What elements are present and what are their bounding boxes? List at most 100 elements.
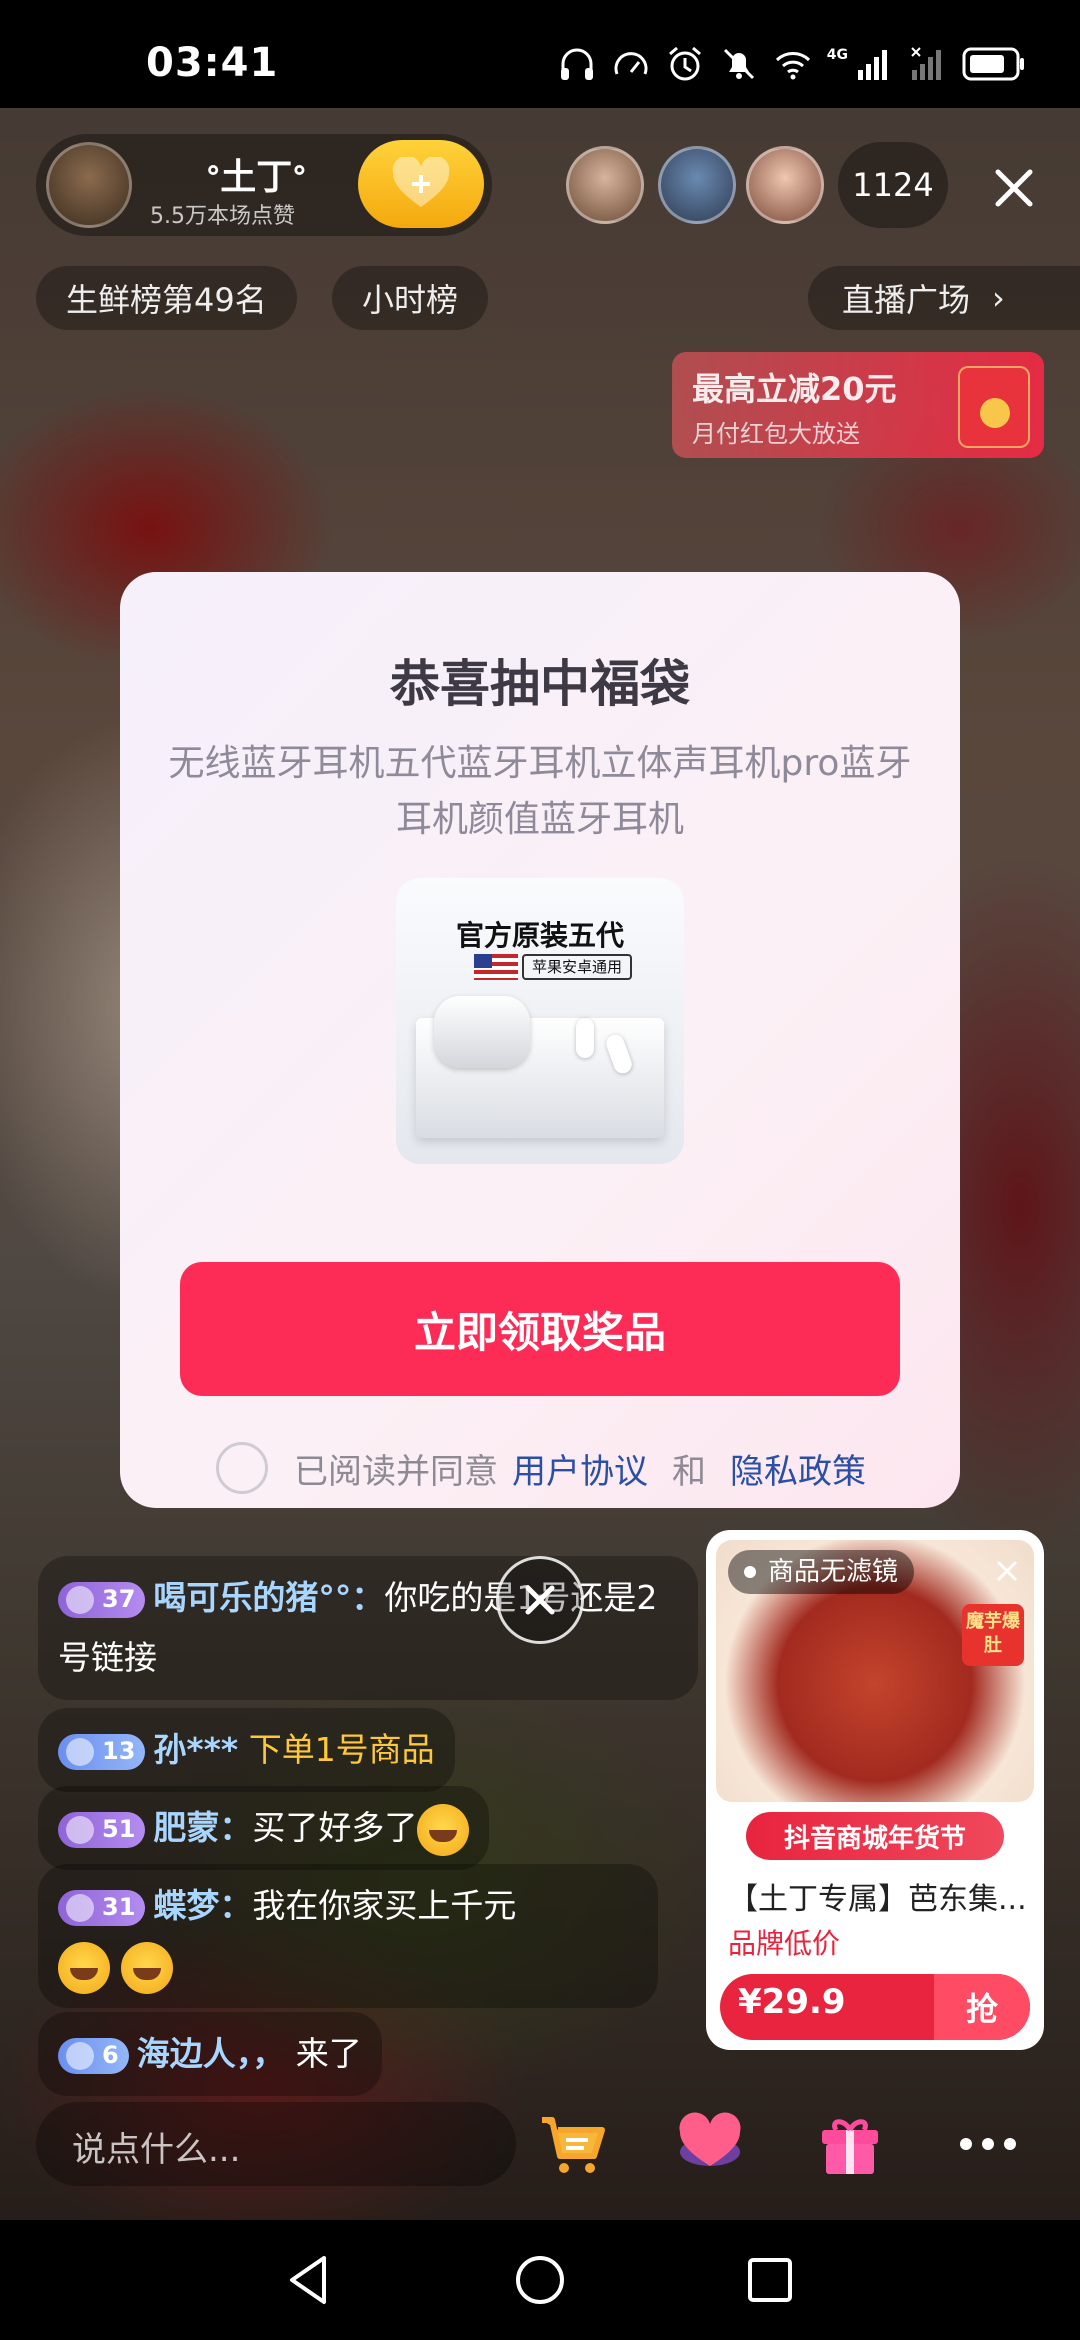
modal-title: 恭喜抽中福袋 (390, 655, 690, 713)
chat-username[interactable]: 蝶梦 (153, 1886, 219, 1925)
shopping-cart-button[interactable] (534, 2106, 610, 2182)
speed-icon (614, 52, 648, 75)
headphones-icon (560, 48, 593, 80)
level-badge: 13 (58, 1733, 146, 1770)
chat-text: 买了好多了 (252, 1808, 418, 1847)
hourly-rank-label: 小时榜 (362, 281, 459, 319)
comment-placeholder: 说点什么... (72, 2130, 241, 2170)
viewer-avatar[interactable] (746, 146, 824, 224)
product-hot-tag: 魔芋爆肚 (962, 1604, 1024, 1666)
chat-message: 6 海边人，， 来了 (38, 2012, 382, 2096)
chat-username[interactable]: 肥蒙 (153, 1808, 219, 1847)
buy-bar[interactable]: ¥29.9 抢 (720, 1974, 1030, 2040)
prize-description: 无线蓝牙耳机五代蓝牙耳机立体声耳机pro蓝牙耳机颜值蓝牙耳机 (168, 743, 912, 840)
navigation-bar (0, 2220, 1080, 2340)
product-price: ¥29.9 (738, 1982, 846, 2022)
level-badge: 37 (58, 1581, 146, 1618)
chat-message: 51 肥蒙：买了好多了 (38, 1786, 490, 1870)
battery-icon (962, 47, 1024, 81)
agree-checkbox[interactable] (216, 1442, 268, 1494)
earbuds-case (434, 996, 530, 1068)
heart-plus-icon (392, 157, 450, 207)
laugh-emoji-icon (417, 1803, 470, 1856)
close-icon[interactable] (984, 158, 1044, 218)
user-agreement-link[interactable]: 用户协议 (512, 1444, 648, 1493)
gift-button[interactable] (812, 2106, 888, 2182)
product-subtitle: 品牌低价 (728, 1927, 841, 1960)
product-name[interactable]: 【土丁专属】芭东集... (728, 1874, 1028, 1918)
viewer-avatar[interactable] (658, 146, 736, 224)
festival-banner: 抖音商城年货节 (746, 1812, 1004, 1860)
rank-label: 生鲜榜第49名 (66, 281, 267, 319)
wifi-icon (775, 52, 810, 80)
chat-username[interactable]: 孙*** (153, 1730, 238, 1769)
no-filter-badge: 商品无滤镜 (728, 1550, 915, 1594)
earbud (576, 1018, 594, 1058)
prize-tag: 苹果安卓通用 (522, 954, 633, 980)
chat-text: 我在你家买上千元 (252, 1886, 517, 1925)
host-name: ᐤ土丁ᐤ (206, 157, 307, 198)
close-icon (525, 1585, 555, 1615)
status-bar: 03:41 4G (0, 0, 1080, 108)
chat-separator: ： (351, 1578, 385, 1617)
grab-button[interactable]: 抢 (934, 1974, 1030, 2040)
signal-2-icon (911, 47, 941, 80)
flag-icon (474, 954, 518, 980)
chat-message: 37 喝可乐的猪°°：你吃的是1号还是2号链接 (38, 1556, 698, 1700)
back-icon[interactable] (280, 2250, 340, 2310)
network-type: 4G (826, 47, 848, 63)
product-card[interactable]: 商品无滤镜 魔芋爆肚 抖音商城年货节 【土丁专属】芭东集... 品牌低价 ¥29… (706, 1530, 1044, 2050)
chat-message: 13 孙*** 下单1号商品 (38, 1708, 455, 1792)
alarm-icon (668, 46, 701, 81)
more-icon (960, 2138, 1016, 2150)
chat-message: 31 蝶梦：我在你家买上千元 (38, 1864, 658, 2008)
agreement-row: 已阅读并同意 用户协议 和 隐私政策 (216, 1442, 866, 1494)
heart-icon (679, 2112, 741, 2166)
laugh-emoji-icon (120, 1941, 173, 1994)
gift-icon (822, 2119, 878, 2174)
promo-title: 最高立减20元 (692, 370, 897, 408)
privacy-policy-link[interactable]: 隐私政策 (730, 1444, 866, 1493)
signal-icon (858, 50, 887, 80)
chat-username[interactable]: 喝可乐的猪°° (153, 1578, 351, 1617)
comment-input[interactable]: 说点什么... (36, 2102, 516, 2186)
level-badge: 6 (58, 2037, 129, 2074)
agree-text: 已阅读并同意 (294, 1451, 498, 1492)
like-button[interactable] (672, 2106, 748, 2182)
host-likes: 5.5万本场点赞 (150, 204, 295, 229)
lucky-bag-modal: 恭喜抽中福袋 无线蓝牙耳机五代蓝牙耳机立体声耳机pro蓝牙耳机颜值蓝牙耳机 官方… (120, 572, 960, 1508)
modal-close-button[interactable] (496, 1556, 584, 1644)
promo-banner[interactable]: 最高立减20元 月付红包大放送 (672, 352, 1044, 458)
chevron-right-icon: › (992, 279, 1005, 317)
mute-icon (723, 48, 754, 80)
follow-button[interactable] (358, 140, 484, 228)
red-envelope-icon (958, 366, 1030, 448)
promo-subtitle: 月付红包大放送 (692, 420, 860, 448)
recent-apps-icon[interactable] (740, 2250, 800, 2310)
more-button[interactable] (950, 2106, 1026, 2182)
chat-text: 下单1号商品 (248, 1730, 435, 1769)
chat-separator: ： (219, 1808, 253, 1847)
hourly-rank-chip[interactable]: 小时榜 (332, 266, 489, 330)
chat-username[interactable]: 海边人，， (137, 2034, 286, 2073)
host-avatar[interactable] (46, 142, 132, 228)
live-plaza-label: 直播广场 (842, 281, 971, 319)
level-badge: 51 (58, 1811, 146, 1848)
rank-chip[interactable]: 生鲜榜第49名 (36, 266, 297, 330)
laugh-emoji-icon (58, 1941, 110, 1994)
and-text: 和 (672, 1451, 706, 1492)
level-badge: 31 (58, 1889, 146, 1926)
close-icon[interactable] (992, 1556, 1022, 1586)
clock: 03:41 (146, 40, 279, 86)
chat-text: 来了 (295, 2034, 362, 2073)
status-icons: 4G (557, 44, 1026, 84)
shopping-cart-icon (542, 2117, 605, 2173)
live-plaza-chip[interactable]: 直播广场 › (808, 266, 1080, 330)
home-icon[interactable] (510, 2250, 570, 2310)
viewer-count[interactable]: 1124 (838, 142, 948, 228)
prize-image: 官方原装五代 苹果安卓通用 (396, 878, 684, 1164)
chat-separator: ： (219, 1886, 253, 1925)
claim-prize-button[interactable]: 立即领取奖品 (180, 1262, 900, 1396)
viewer-avatar[interactable] (566, 146, 644, 224)
prize-label: 官方原装五代 (455, 919, 624, 952)
